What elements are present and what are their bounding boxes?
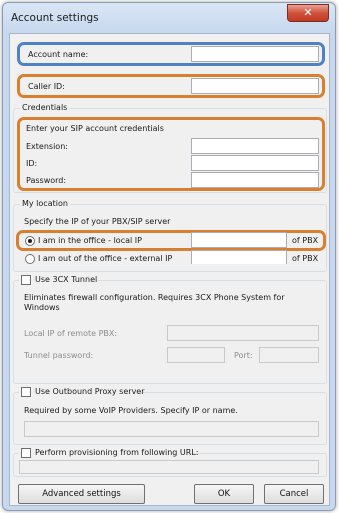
office-ip-input[interactable] <box>191 232 287 248</box>
account-name-label: Account name: <box>28 50 89 59</box>
window-title: Account settings <box>11 12 99 24</box>
proxy-input[interactable] <box>24 421 319 437</box>
external-pbx-suffix: of PBX <box>292 254 319 263</box>
provisioning-checkbox-label: Perform provisioning from following URL: <box>35 448 199 457</box>
location-legend: My location <box>20 199 70 208</box>
password-label: Password: <box>26 176 67 185</box>
close-icon: ✕ <box>303 6 313 19</box>
password-input[interactable] <box>191 172 319 188</box>
close-button[interactable]: ✕ <box>287 4 329 22</box>
account-settings-window: Account settings ✕ Account name: Caller … <box>2 2 336 511</box>
location-hint: Specify the IP of your PBX/SIP server <box>24 217 171 226</box>
out-of-office-radio-label: I am out of the office - external IP <box>38 254 173 263</box>
local-ip-label: Local IP of remote PBX: <box>24 329 118 338</box>
provisioning-legend: Perform provisioning from following URL: <box>19 447 199 459</box>
tunnel-password-label: Tunnel password: <box>24 351 94 360</box>
proxy-group <box>13 392 327 445</box>
out-of-office-radio[interactable] <box>25 254 35 264</box>
provisioning-checkbox[interactable] <box>21 448 31 458</box>
tunnel-checkbox[interactable] <box>21 275 31 285</box>
provisioning-url-input[interactable] <box>19 460 319 474</box>
proxy-checkbox-label: Use Outbound Proxy server <box>35 387 145 396</box>
office-radio-label: I am in the office - local IP <box>38 236 142 245</box>
office-pbx-suffix: of PBX <box>292 236 319 245</box>
advanced-settings-button[interactable]: Advanced settings <box>18 484 145 504</box>
local-ip-input[interactable] <box>167 325 319 341</box>
id-input[interactable] <box>191 155 319 171</box>
credentials-legend: Credentials <box>20 103 70 112</box>
proxy-legend: Use Outbound Proxy server <box>19 386 145 398</box>
extension-input[interactable] <box>191 138 319 154</box>
port-input[interactable] <box>259 347 319 363</box>
account-name-input[interactable] <box>191 46 319 62</box>
port-label: Port: <box>234 351 253 360</box>
proxy-checkbox[interactable] <box>21 387 31 397</box>
tunnel-checkbox-label: Use 3CX Tunnel <box>35 275 98 284</box>
extension-label: Extension: <box>26 142 68 151</box>
id-label: ID: <box>26 159 38 168</box>
tunnel-legend: Use 3CX Tunnel <box>19 274 97 286</box>
external-ip-input[interactable] <box>191 250 287 264</box>
ok-button[interactable]: OK <box>194 484 254 504</box>
caller-id-label: Caller ID: <box>28 82 65 91</box>
cancel-button[interactable]: Cancel <box>264 484 324 504</box>
dialog-body: Account name: Caller ID: Credentials Ent… <box>9 33 330 506</box>
tunnel-description: Eliminates firewall configuration. Requi… <box>24 293 285 312</box>
caller-id-input[interactable] <box>191 78 319 94</box>
tunnel-password-input[interactable] <box>167 347 225 363</box>
proxy-description: Required by some VoIP Providers. Specify… <box>24 406 238 415</box>
office-radio[interactable] <box>25 236 35 246</box>
title-bar[interactable]: Account settings ✕ <box>3 3 335 33</box>
credentials-hint: Enter your SIP account credentials <box>26 124 164 133</box>
